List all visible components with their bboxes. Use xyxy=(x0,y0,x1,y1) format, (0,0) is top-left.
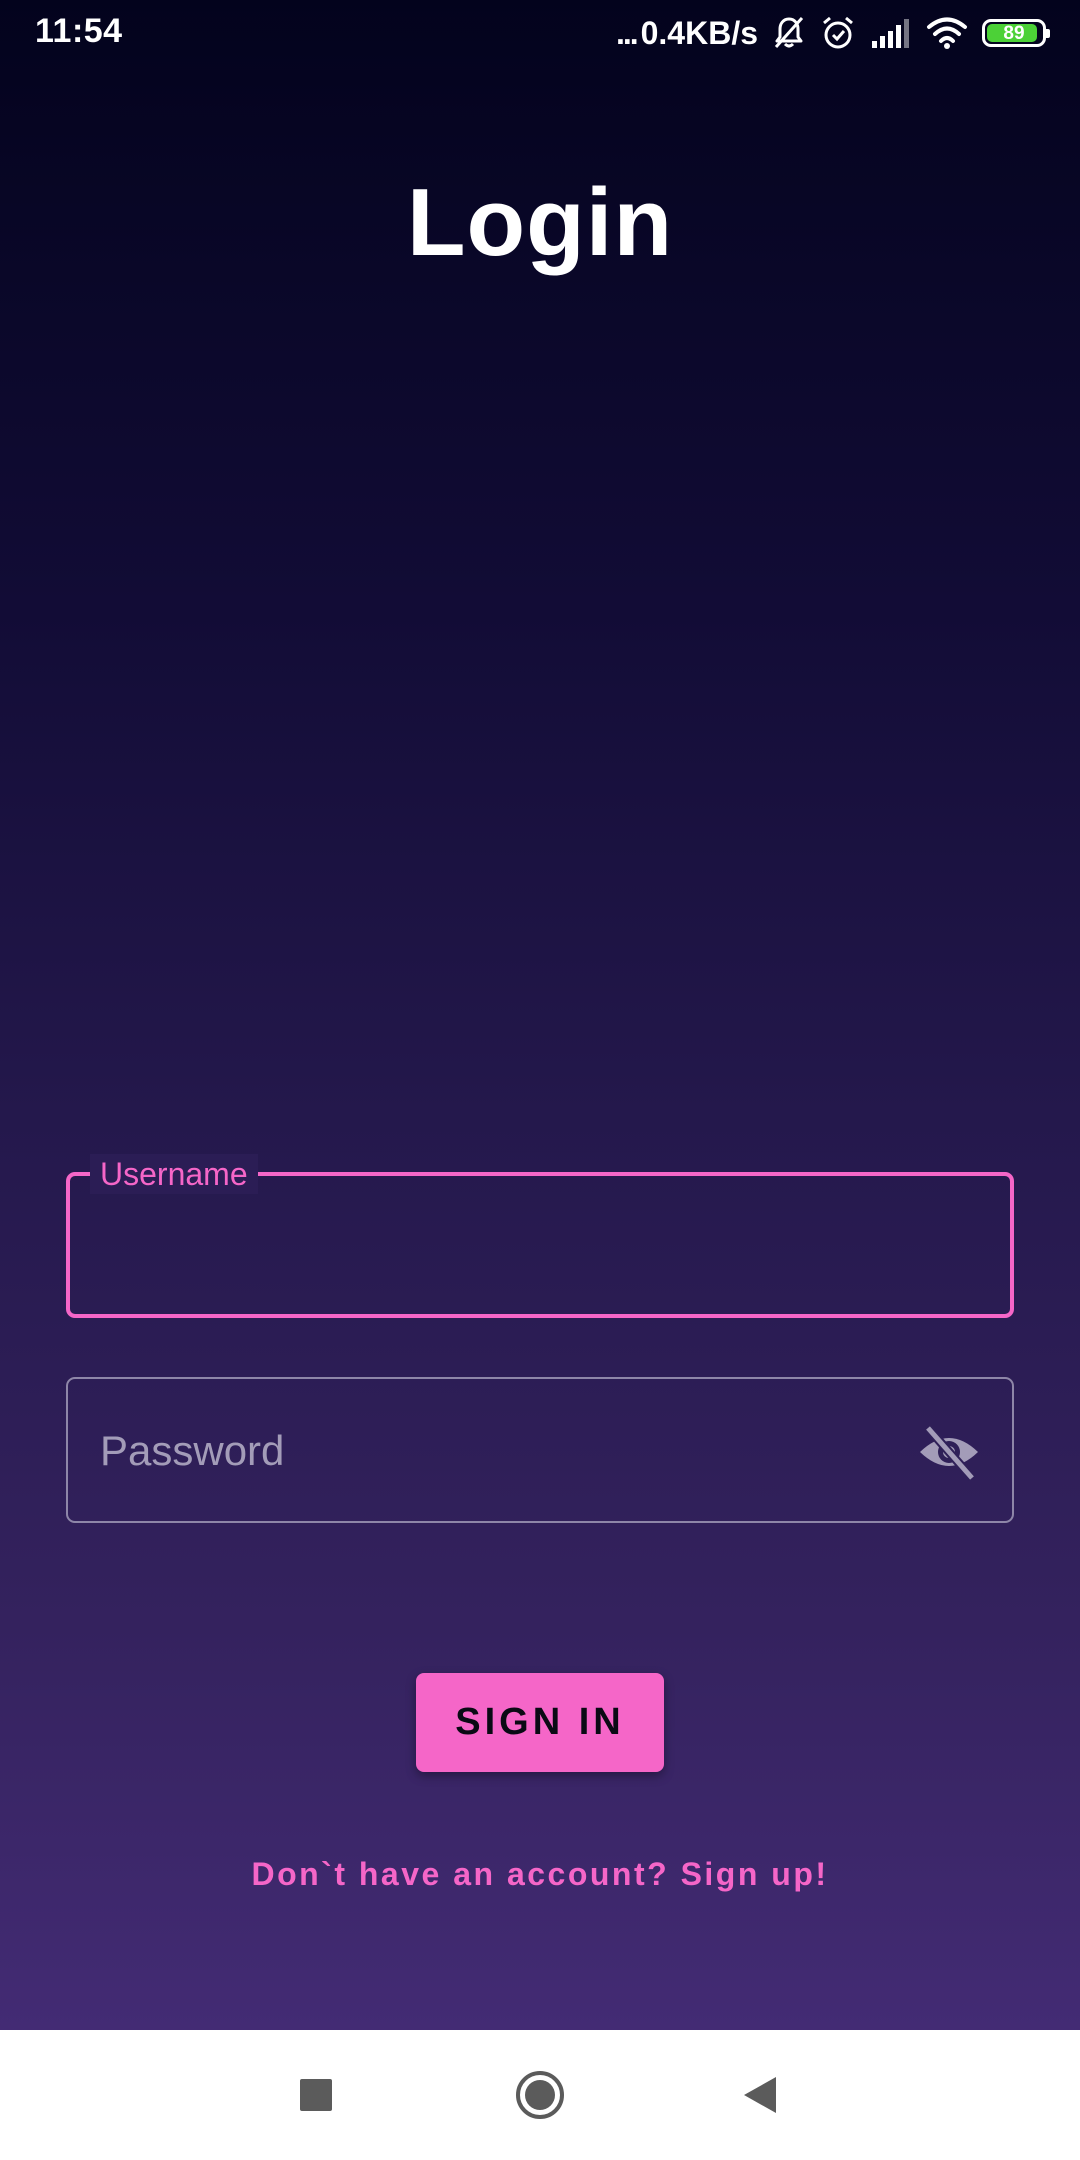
status-dots: ... xyxy=(615,14,639,51)
back-triangle-icon[interactable] xyxy=(725,2060,795,2130)
navigation-bar xyxy=(0,2030,1080,2160)
status-icons: ... 0.4KB/s 89 xyxy=(615,10,1050,56)
wifi-icon xyxy=(926,16,968,50)
status-bar: 11:54 ... 0.4KB/s 89 xyxy=(0,0,1080,66)
eye-off-icon[interactable] xyxy=(916,1422,982,1482)
battery-icon: 89 xyxy=(982,19,1050,47)
login-screen: 11:54 ... 0.4KB/s 89 Login Username Pass… xyxy=(0,0,1080,2160)
notifications-off-icon xyxy=(772,15,806,51)
home-circle-icon[interactable] xyxy=(505,2060,575,2130)
battery-level: 89 xyxy=(1003,22,1025,44)
page-title: Login xyxy=(406,169,674,276)
recents-square-icon[interactable] xyxy=(281,2060,351,2130)
app-background: 11:54 ... 0.4KB/s 89 Login Username Pass… xyxy=(0,0,1080,2030)
alarm-icon xyxy=(820,15,856,51)
sign-in-button[interactable]: SIGN IN xyxy=(416,1673,664,1772)
password-field[interactable]: Password xyxy=(66,1377,1014,1523)
username-label: Username xyxy=(90,1154,258,1194)
password-placeholder: Password xyxy=(100,1427,285,1474)
signal-icon xyxy=(870,17,912,49)
username-field[interactable]: Username xyxy=(66,1154,1014,1318)
status-time: 11:54 xyxy=(35,12,123,50)
sign-up-link[interactable]: Don`t have an account? Sign up! xyxy=(0,1856,1080,1893)
network-speed: 0.4KB/s xyxy=(640,14,758,51)
